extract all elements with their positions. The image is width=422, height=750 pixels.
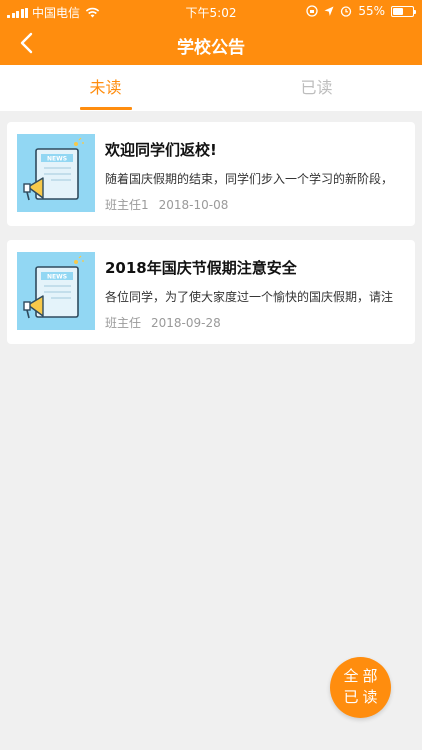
tab-unread[interactable]: 未读 [0,65,211,111]
notice-meta: 班主任 2018-09-28 [105,314,221,331]
thumb-news-label: NEWS [47,274,67,281]
location-icon [324,6,334,16]
notice-card[interactable]: NEWS 2018年国庆节假期注意安全 各位同学，为了使大家度过一个愉快的国庆假… [7,240,415,344]
mark-all-read-button[interactable]: 全部 已读 [330,657,391,718]
notice-date: 2018-10-08 [158,198,229,212]
page-title: 学校公告 [177,38,245,58]
tab-read[interactable]: 已读 [211,65,422,111]
status-right: 55% [306,4,416,18]
alarm-icon [341,6,352,17]
notice-excerpt: 随着国庆假期的结束，同学们步入一个学习的新阶段， [105,172,394,186]
notice-author: 班主任 [105,316,142,330]
battery-percent: 55% [358,4,385,18]
nav-bar: 学校公告 [0,22,422,65]
notice-meta: 班主任1 2018-10-08 [105,196,228,213]
notice-author: 班主任1 [105,198,149,212]
rotation-lock-icon [306,5,318,17]
news-megaphone-icon: NEWS [17,252,95,330]
notice-title: 欢迎同学们返校! [105,141,217,159]
notice-excerpt: 各位同学，为了使大家度过一个愉快的国庆假期，请注 [105,290,394,304]
notice-card[interactable]: NEWS 欢迎同学们返校! 随着国庆假期的结束，同学们步入一个学习的新阶段， 班… [7,122,415,226]
news-megaphone-icon: NEWS [17,134,95,212]
thumb-news-label: NEWS [47,156,67,163]
mark-all-read-line2: 已读 [343,688,382,706]
status-bar: 中国电信 下午5:02 55% [0,0,422,22]
battery-icon [391,5,416,17]
active-tab-indicator [80,107,132,110]
notice-date: 2018-09-28 [151,316,221,330]
battery-fill [393,7,404,15]
tab-bar: 未读 已读 [0,65,422,111]
mark-all-read-line1: 全部 [343,667,382,685]
notice-title: 2018年国庆节假期注意安全 [105,259,297,277]
